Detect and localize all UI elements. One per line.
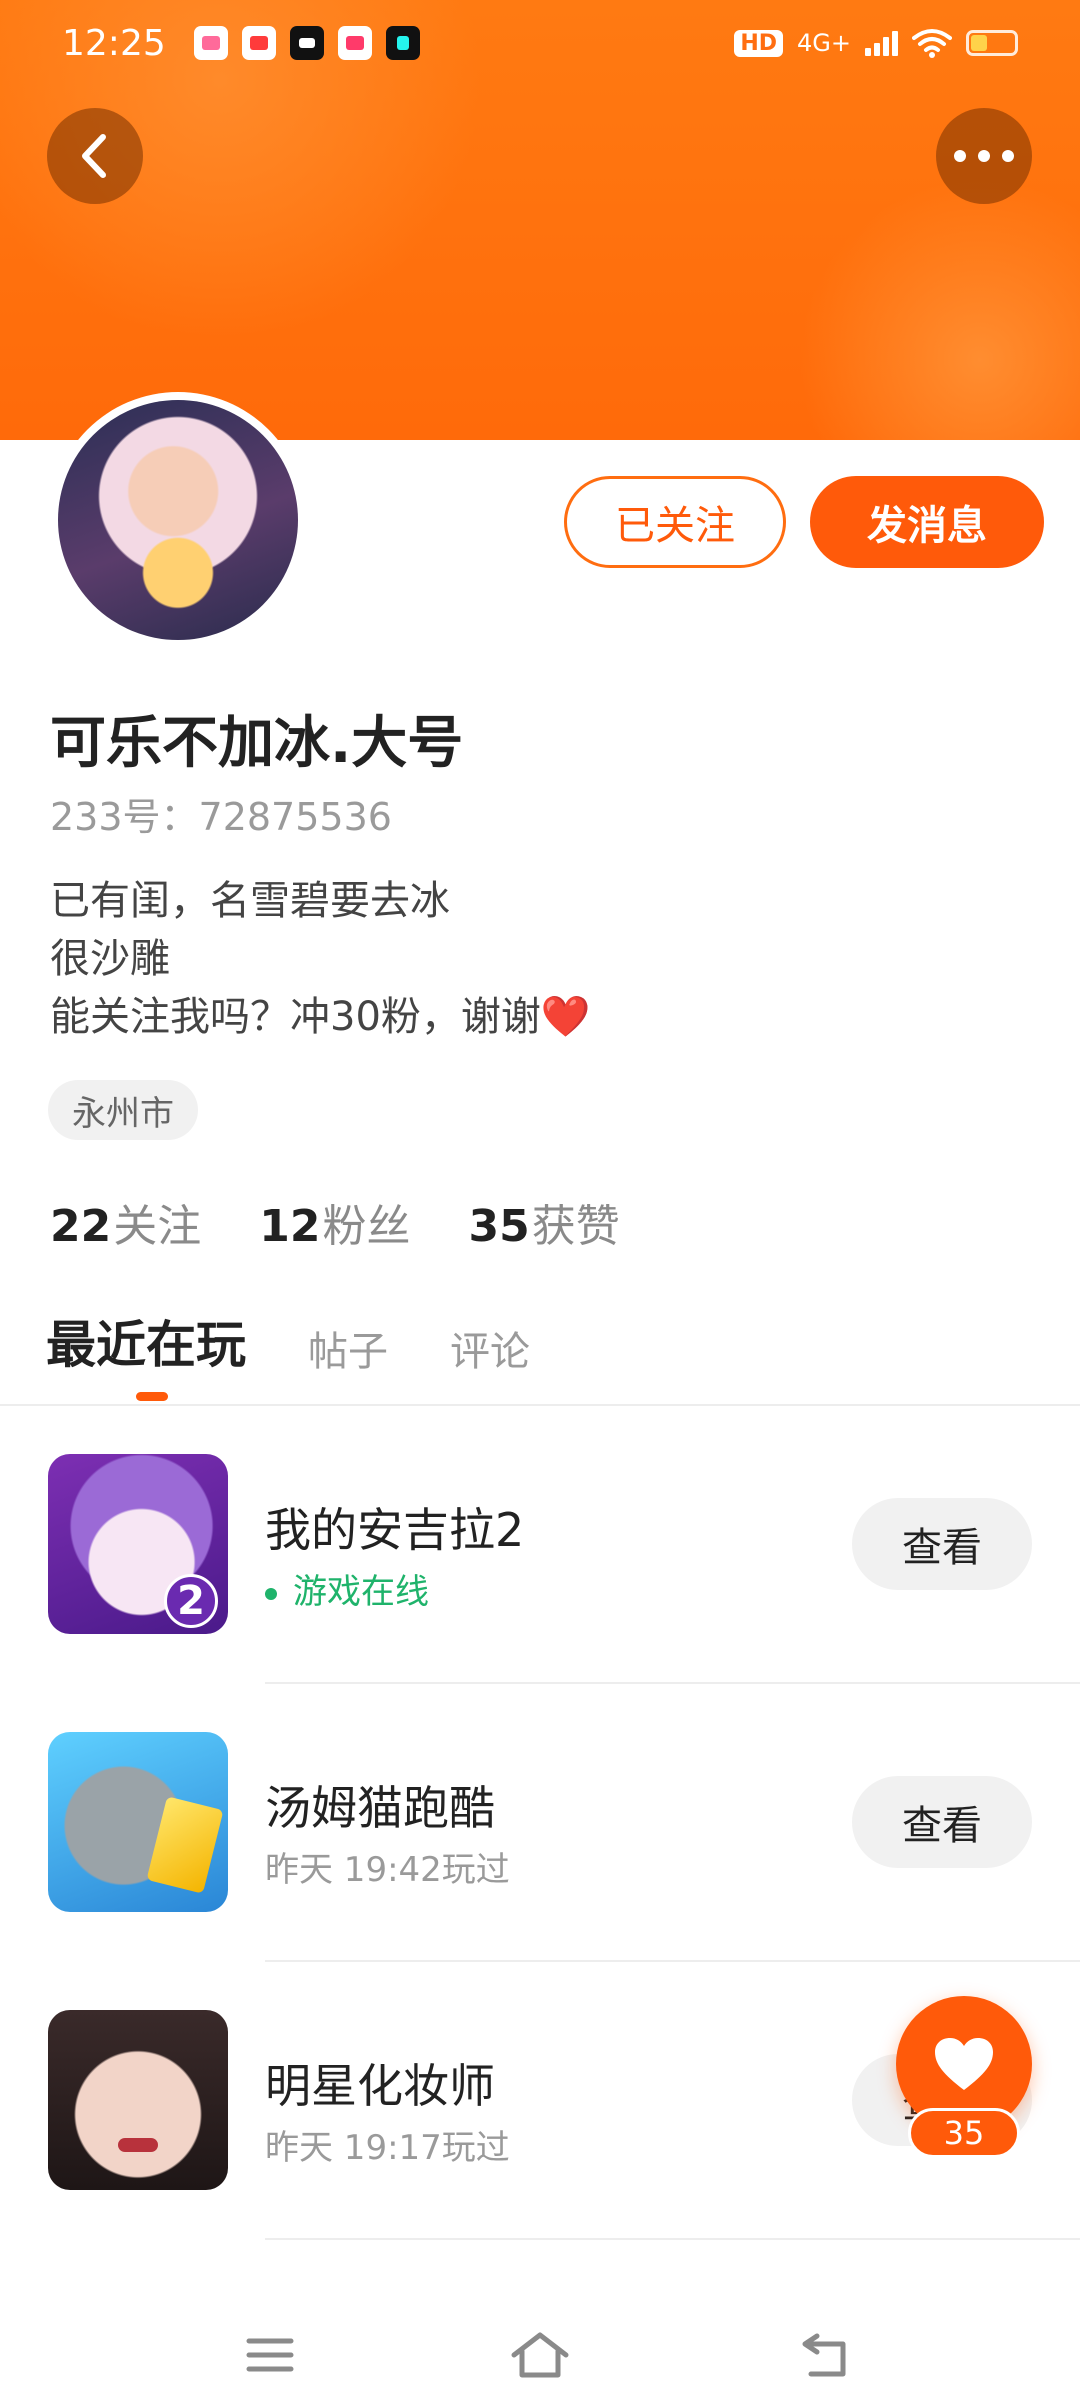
row-divider xyxy=(265,2238,1080,2240)
more-dots-icon xyxy=(954,150,1014,162)
lips-icon xyxy=(118,2138,158,2152)
tab-comments[interactable]: 评论 xyxy=(450,1319,530,1381)
stat-label: 粉丝 xyxy=(322,1201,411,1252)
back-nav-icon xyxy=(802,2333,846,2377)
status-indicators: HD 4G+ xyxy=(734,28,1018,58)
bio-line: 已有闺，名雪碧要去冰 xyxy=(50,878,450,924)
capcut-icon xyxy=(289,26,324,60)
chevron-left-icon xyxy=(82,134,106,178)
tab-recently-played[interactable]: 最近在玩 xyxy=(46,1305,246,1381)
user-id: 233号：72875536 xyxy=(50,795,392,839)
game-title: 汤姆猫跑酷 xyxy=(265,1781,495,1835)
menu-button[interactable] xyxy=(230,2320,310,2390)
game-icon xyxy=(48,1732,228,1912)
stat-value: 22 xyxy=(50,1201,112,1252)
system-nav-bar xyxy=(0,2300,1080,2408)
game-status: 游戏在线 xyxy=(265,1564,429,1613)
bio-line: 很沙雕 xyxy=(50,936,170,982)
game-icon xyxy=(48,2010,228,2190)
game-title: 明星化妆师 xyxy=(265,2059,495,2113)
hd-badge: HD xyxy=(734,29,784,57)
status-time: 12:25 xyxy=(62,22,166,64)
view-button[interactable]: 查看 xyxy=(852,1498,1032,1590)
network-type: 4G+ xyxy=(797,29,851,57)
wifi-icon xyxy=(912,29,952,58)
username: 可乐不加冰.大号 xyxy=(50,711,464,776)
douyin-icon xyxy=(385,26,420,60)
followed-button[interactable]: 已关注 xyxy=(564,476,786,568)
heart-icon xyxy=(935,2038,993,2090)
bio: 已有闺，名雪碧要去冰 很沙雕 能关注我吗？冲30粉，谢谢❤️ xyxy=(50,872,591,1046)
stat-label: 获赞 xyxy=(531,1201,620,1252)
view-button[interactable]: 查看 xyxy=(852,1776,1032,1868)
list-item[interactable]: 汤姆猫跑酷 昨天 19:42玩过 查看 xyxy=(0,1732,1080,2010)
stat-label: 关注 xyxy=(113,1201,202,1252)
tab-posts[interactable]: 帖子 xyxy=(308,1319,388,1381)
heart-emoji: ❤️ xyxy=(540,994,591,1040)
more-options-button[interactable] xyxy=(936,108,1032,204)
avatar-image xyxy=(58,400,298,640)
profile-tabs: 最近在玩 帖子 评论 xyxy=(46,1305,530,1381)
game-badge: 2 xyxy=(164,1574,218,1628)
stat-value: 35 xyxy=(468,1201,530,1252)
tab-indicator xyxy=(136,1392,168,1401)
stat-followers[interactable]: 12粉丝 xyxy=(259,1190,410,1254)
stat-following[interactable]: 22关注 xyxy=(50,1190,201,1254)
kuaishou-icon xyxy=(337,26,372,60)
back-button[interactable] xyxy=(47,108,143,204)
game-title: 我的安吉拉2 xyxy=(265,1503,525,1557)
stat-value: 12 xyxy=(259,1201,321,1252)
status-bar: 12:25 HD 4G+ xyxy=(0,0,1080,86)
location-tag: 永州市 xyxy=(48,1080,198,1140)
bio-line-text: 能关注我吗？冲30粉，谢谢 xyxy=(50,994,541,1040)
avatar[interactable] xyxy=(50,392,306,648)
gold-bar-icon xyxy=(146,1796,224,1894)
status-app-icons xyxy=(193,26,420,60)
signal-icon xyxy=(865,30,898,56)
game-icon: 2 xyxy=(48,1454,228,1634)
game-status-text: 游戏在线 xyxy=(293,1572,429,1612)
row-divider xyxy=(265,1682,1080,1684)
video-icon xyxy=(241,26,276,60)
back-nav-button[interactable] xyxy=(785,2320,865,2390)
stat-likes[interactable]: 35获赞 xyxy=(468,1190,619,1254)
battery-icon xyxy=(966,30,1018,56)
list-item[interactable]: 2 我的安吉拉2 游戏在线 查看 xyxy=(0,1454,1080,1732)
send-message-button[interactable]: 发消息 xyxy=(810,476,1044,568)
tab-divider xyxy=(0,1404,1080,1406)
profile-stats: 22关注 12粉丝 35获赞 xyxy=(50,1190,620,1254)
like-count: 35 xyxy=(908,2108,1020,2158)
game-last-played: 昨天 19:42玩过 xyxy=(265,1850,510,1890)
bilibili-icon xyxy=(193,26,228,60)
row-divider xyxy=(265,1960,1080,1962)
menu-icon xyxy=(246,2338,294,2372)
game-last-played: 昨天 19:17玩过 xyxy=(265,2128,510,2168)
home-button[interactable] xyxy=(500,2320,580,2390)
online-dot-icon xyxy=(265,1587,277,1600)
bio-line: 能关注我吗？冲30粉，谢谢❤️ xyxy=(50,988,591,1046)
home-icon xyxy=(511,2332,569,2378)
